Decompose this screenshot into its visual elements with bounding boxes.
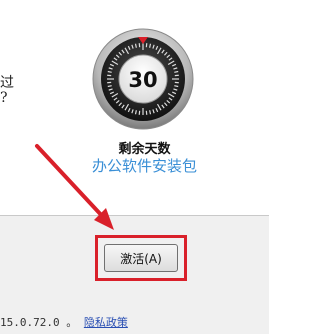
left-text-fragment-2: ? [0,90,8,106]
dial-tick [174,85,179,88]
dial-tick [107,85,112,88]
privacy-policy-link[interactable]: 隐私政策 [84,316,128,329]
dial-tick [134,110,137,115]
dial-tick [107,70,112,73]
watermark-text: 办公软件安装包 [91,157,197,175]
countdown-dial-graphic: 30 [92,28,194,130]
dial-tick [174,70,179,73]
activate-button[interactable]: 激活(A) [104,244,178,272]
footer-bar: 15.0.72.0 。 隐私政策 [0,316,128,329]
dial-tick [134,43,137,48]
countdown-dial: 30 [92,28,194,130]
dial-tick [149,110,152,115]
left-text-fragment: 过 [0,75,14,91]
dial-tick [149,43,152,48]
days-remaining-value: 30 [128,68,157,92]
version-text: 15.0.72.0 [0,316,60,329]
